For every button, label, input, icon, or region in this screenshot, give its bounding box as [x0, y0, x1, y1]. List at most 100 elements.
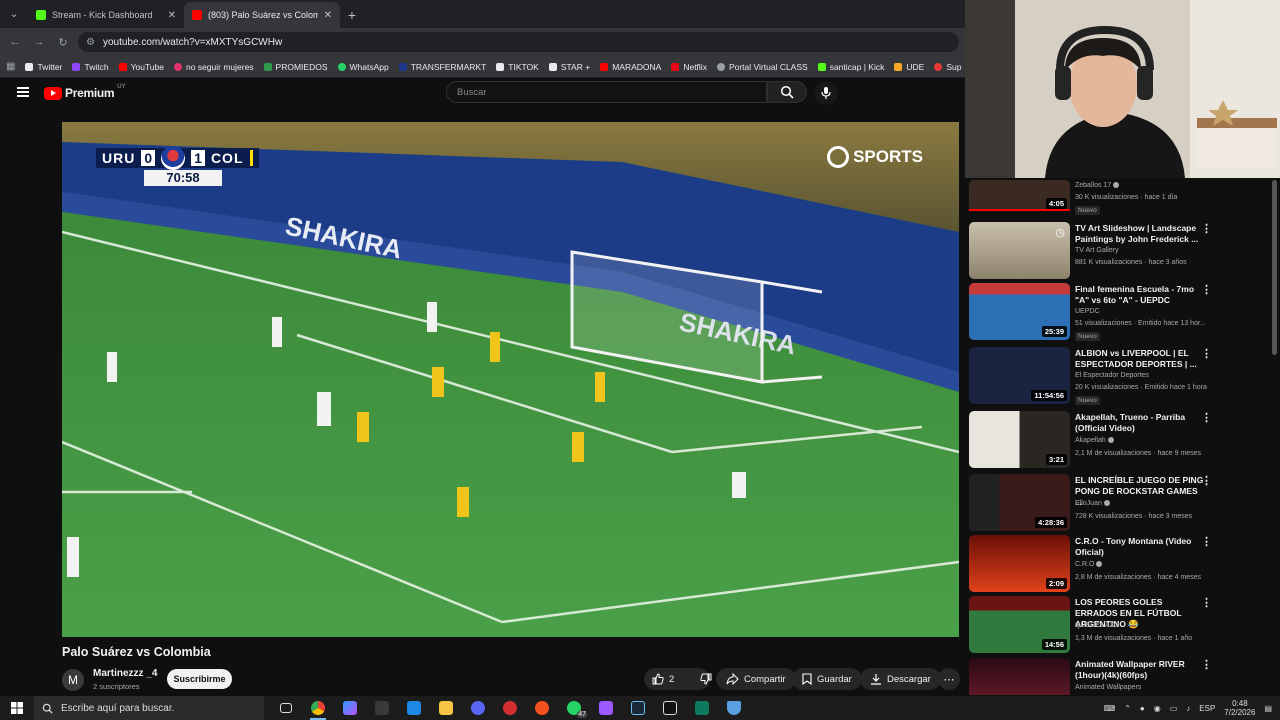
- recommendation-item[interactable]: 11:54:56 ALBION vs LIVERPOOL | EL ESPECT…: [969, 347, 1279, 405]
- recorder-icon[interactable]: [494, 696, 526, 720]
- recommendation-item[interactable]: 2:09 C.R.O - Tony Montana (Video Oficial…: [969, 535, 1279, 593]
- bookmark-star-plus[interactable]: STAR +: [548, 62, 590, 72]
- volume-icon[interactable]: ♪: [1186, 704, 1190, 713]
- more-actions-icon[interactable]: ⋯: [938, 668, 960, 690]
- video-title-link[interactable]: ALBION vs LIVERPOOL | EL ESPECTADOR DEPO…: [1075, 348, 1205, 370]
- video-thumbnail[interactable]: 2:09: [969, 535, 1070, 592]
- recommendation-item[interactable]: 4:28:36 EL INCREÍBLE JUEGO DE PING PONG …: [969, 474, 1279, 532]
- video-thumbnail[interactable]: 4:05: [969, 180, 1070, 211]
- windows-start-icon[interactable]: [0, 702, 34, 714]
- bookmark-sup[interactable]: Sup: [934, 62, 961, 72]
- keyboard-icon[interactable]: ⌨: [1104, 704, 1116, 713]
- video-thumbnail[interactable]: 14:56: [969, 596, 1070, 653]
- close-tab-icon[interactable]: ✕: [324, 10, 332, 21]
- subscribe-button[interactable]: Suscribirme: [167, 669, 232, 689]
- new-tab-button[interactable]: +: [340, 2, 364, 28]
- reload-icon[interactable]: ↻: [54, 33, 72, 51]
- bookmark-whatsapp[interactable]: WhatsApp: [337, 62, 389, 72]
- discord-icon[interactable]: [462, 696, 494, 720]
- language-indicator[interactable]: ESP: [1199, 704, 1215, 713]
- video-thumbnail[interactable]: ◷: [969, 222, 1070, 279]
- more-options-icon[interactable]: ⋮: [1201, 658, 1212, 671]
- voice-search-button[interactable]: [814, 81, 838, 105]
- more-options-icon[interactable]: ⋮: [1201, 283, 1212, 296]
- game-icon[interactable]: [526, 696, 558, 720]
- tab-youtube-video[interactable]: (803) Palo Suárez vs Colombia ✕: [184, 2, 340, 28]
- bookmark-youtube[interactable]: YouTube: [118, 62, 164, 72]
- recommendation-item[interactable]: 25:39 Final femenina Escuela - 7mo "A" v…: [969, 283, 1279, 341]
- search-input[interactable]: Buscar: [446, 81, 767, 103]
- bookmark-netflix[interactable]: Netflix: [671, 62, 707, 72]
- site-info-icon[interactable]: ⚙: [86, 37, 95, 48]
- notifications-icon[interactable]: ▤: [1264, 704, 1272, 713]
- bookmark-ude[interactable]: UDE: [894, 62, 924, 72]
- shield-icon[interactable]: [718, 696, 750, 720]
- video-title-link[interactable]: Final femenina Escuela - 7mo "A" vs 6to …: [1075, 284, 1205, 306]
- watch-later-clock-icon[interactable]: ◷: [1055, 226, 1065, 239]
- copilot-icon[interactable]: [334, 696, 366, 720]
- bookmark-portal-virtual[interactable]: Portal Virtual CLASS: [716, 62, 808, 72]
- video-title-link[interactable]: Akapellah, Trueno - Parriba (Official Vi…: [1075, 412, 1205, 434]
- obs-icon[interactable]: [366, 696, 398, 720]
- video-player[interactable]: SHAKIRA SHAKIRA: [62, 122, 959, 637]
- recommendation-item[interactable]: Animated Wallpaper RIVER (1hour)(4k)(60f…: [969, 658, 1279, 695]
- more-options-icon[interactable]: ⋮: [1201, 222, 1212, 235]
- chrome-icon[interactable]: [302, 696, 334, 720]
- bookmark-transfermarkt[interactable]: TRANSFERMARKT: [398, 62, 486, 72]
- more-options-icon[interactable]: ⋮: [1201, 411, 1212, 424]
- address-bar[interactable]: ⚙ youtube.com/watch?v=xMXTYsGCWHw: [78, 32, 959, 52]
- bookmark-twitter[interactable]: Twitter: [25, 62, 62, 72]
- search-button[interactable]: [767, 81, 807, 103]
- recommendation-item[interactable]: 3:21 Akapellah, Trueno - Parriba (Offici…: [969, 411, 1279, 469]
- mail-icon[interactable]: [398, 696, 430, 720]
- steam-icon[interactable]: [622, 696, 654, 720]
- more-options-icon[interactable]: ⋮: [1201, 474, 1212, 487]
- video-thumbnail[interactable]: 3:21: [969, 411, 1070, 468]
- video-title-link[interactable]: C.R.O - Tony Montana (Video Oficial): [1075, 536, 1205, 558]
- more-options-icon[interactable]: ⋮: [1201, 596, 1212, 609]
- bookmark-kick[interactable]: santicap | Kick: [817, 62, 884, 72]
- scrollbar-thumb[interactable]: [1272, 180, 1277, 355]
- menu-icon[interactable]: [17, 87, 29, 97]
- bookmark-instagram[interactable]: no seguir mujeres: [173, 62, 254, 72]
- forward-icon[interactable]: →: [30, 33, 48, 51]
- back-icon[interactable]: ←: [6, 33, 24, 51]
- whatsapp-icon[interactable]: 47: [558, 696, 590, 720]
- terminal-icon[interactable]: [686, 696, 718, 720]
- channel-avatar[interactable]: M: [62, 669, 84, 691]
- video-thumbnail[interactable]: [969, 658, 1070, 695]
- recommendation-item[interactable]: 14:56 LOS PEORES GOLES ERRADOS EN EL FÚT…: [969, 596, 1279, 654]
- save-button[interactable]: Guardar: [792, 668, 862, 690]
- youtube-premium-logo[interactable]: Premium UY: [44, 84, 126, 100]
- close-tab-icon[interactable]: ✕: [168, 10, 176, 21]
- download-button[interactable]: Descargar: [860, 668, 941, 690]
- capcut-icon[interactable]: [654, 696, 686, 720]
- taskbar-clock[interactable]: 0:48 7/2/2026: [1224, 699, 1255, 717]
- network-icon[interactable]: ▭: [1170, 704, 1178, 713]
- more-options-icon[interactable]: ⋮: [1201, 535, 1212, 548]
- video-thumbnail[interactable]: 11:54:56: [969, 347, 1070, 404]
- app-icon[interactable]: [590, 696, 622, 720]
- video-thumbnail[interactable]: 4:28:36: [969, 474, 1070, 531]
- bookmark-tiktok[interactable]: TIKTOK: [496, 62, 539, 72]
- channel-name[interactable]: Martinezzz _4: [93, 668, 157, 679]
- file-explorer-icon[interactable]: [430, 696, 462, 720]
- video-title-link[interactable]: Animated Wallpaper RIVER (1hour)(4k)(60f…: [1075, 659, 1205, 681]
- like-button[interactable]: 2: [644, 668, 682, 690]
- tab-search-icon[interactable]: ⌄: [0, 0, 28, 28]
- video-title-link[interactable]: TV Art Slideshow | Landscape Paintings b…: [1075, 223, 1205, 245]
- video-thumbnail[interactable]: 25:39: [969, 283, 1070, 340]
- apps-grid-icon[interactable]: ▦: [6, 61, 15, 72]
- recommendation-item[interactable]: ◷ TV Art Slideshow | Landscape Paintings…: [969, 222, 1279, 280]
- record-icon[interactable]: ◉: [1154, 704, 1161, 713]
- chevron-up-icon[interactable]: ⌃: [1124, 704, 1131, 713]
- task-view-icon[interactable]: [270, 696, 302, 720]
- bookmark-promiedos[interactable]: PROMIEDOS: [263, 62, 328, 72]
- taskbar-search-input[interactable]: Escribe aquí para buscar.: [34, 696, 264, 720]
- tab-kick-dashboard[interactable]: Stream - Kick Dashboard ✕: [28, 2, 184, 28]
- bookmark-twitch[interactable]: Twitch: [72, 62, 109, 72]
- more-options-icon[interactable]: ⋮: [1201, 347, 1212, 360]
- microphone-icon[interactable]: ●: [1140, 704, 1145, 713]
- bookmark-maradona[interactable]: MARADONA: [600, 62, 661, 72]
- share-button[interactable]: Compartir: [716, 668, 796, 690]
